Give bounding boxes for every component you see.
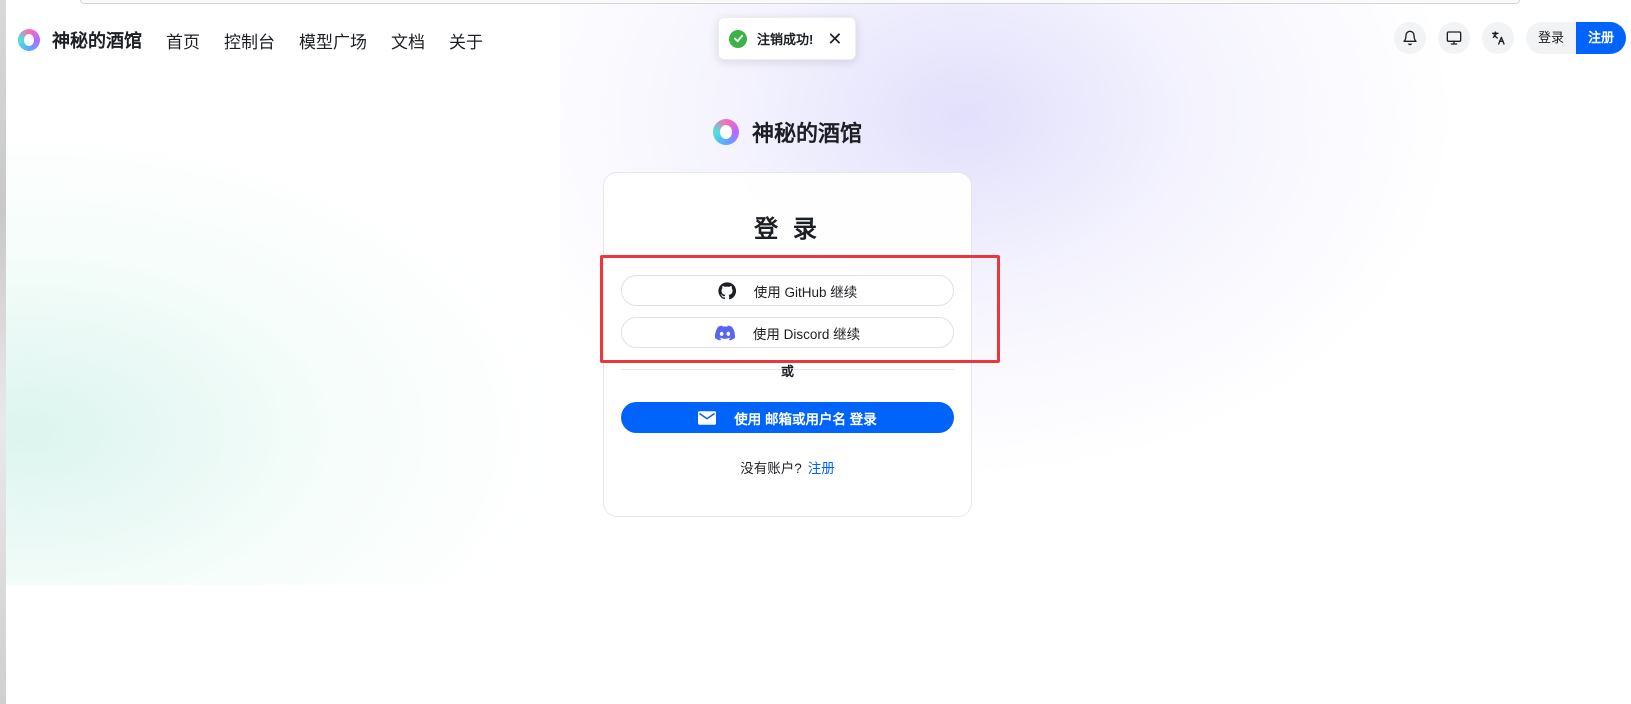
- header-actions: 登录 注册: [1382, 22, 1626, 54]
- login-title: 登 录: [754, 216, 821, 243]
- theme-button[interactable]: [1437, 22, 1470, 54]
- browser-bar-edge: [80, 0, 1520, 4]
- notifications-button[interactable]: [1393, 22, 1426, 54]
- toast-message: 注销成功!: [757, 32, 814, 47]
- check-circle-icon: [729, 29, 747, 48]
- email-login-label: 使用 邮箱或用户名 登录: [734, 411, 877, 427]
- discord-icon: [714, 325, 735, 340]
- background-glow-green: [0, 120, 560, 640]
- toast-notification: 注销成功! ✕: [718, 17, 856, 60]
- github-icon: [718, 281, 736, 299]
- discord-login-button[interactable]: 使用 Discord 继续: [621, 317, 954, 348]
- login-brand-name: 神秘的酒馆: [752, 121, 863, 146]
- monitor-icon: [1446, 31, 1462, 45]
- logo-icon: [18, 29, 40, 51]
- window-edge: [0, 0, 6, 704]
- logo-icon: [713, 119, 739, 145]
- nav-item-models[interactable]: 模型广场: [299, 28, 367, 53]
- login-card: 登 录 使用 GitHub 继续 使用 Discord 继续 或 使用 邮箱或用…: [603, 172, 972, 517]
- login-button[interactable]: 登录: [1525, 22, 1576, 54]
- background-lower-white: [6, 585, 1631, 704]
- main-nav: 首页 控制台 模型广场 文档 关于: [166, 28, 507, 53]
- nav-item-docs[interactable]: 文档: [391, 28, 425, 53]
- nav-item-home[interactable]: 首页: [166, 28, 200, 53]
- no-account-text: 没有账户?: [740, 461, 802, 476]
- signup-link[interactable]: 注册: [808, 461, 835, 476]
- auth-button-group: 登录 注册: [1525, 22, 1626, 54]
- github-login-label: 使用 GitHub 继续: [753, 284, 858, 300]
- signup-prompt: 没有账户? 注册: [604, 457, 971, 477]
- nav-item-console[interactable]: 控制台: [224, 28, 275, 53]
- github-login-button[interactable]: 使用 GitHub 继续: [621, 275, 954, 306]
- page: 神秘的酒馆 首页 控制台 模型广场 文档 关于 登录 注册 注销成功! ✕ 神秘…: [0, 0, 1631, 704]
- brand-name: 神秘的酒馆: [52, 31, 142, 51]
- divider-text: 或: [780, 364, 794, 379]
- register-button[interactable]: 注册: [1575, 22, 1626, 54]
- email-login-button[interactable]: 使用 邮箱或用户名 登录: [621, 402, 954, 433]
- close-icon[interactable]: ✕: [827, 30, 842, 48]
- discord-login-label: 使用 Discord 继续: [752, 326, 861, 342]
- mail-icon: [698, 410, 717, 425]
- login-brand: 神秘的酒馆: [713, 116, 862, 148]
- language-button[interactable]: [1481, 22, 1514, 54]
- brand[interactable]: 神秘的酒馆: [18, 27, 142, 53]
- nav-item-about[interactable]: 关于: [449, 28, 483, 53]
- translate-icon: [1491, 31, 1505, 45]
- bell-icon: [1403, 30, 1417, 46]
